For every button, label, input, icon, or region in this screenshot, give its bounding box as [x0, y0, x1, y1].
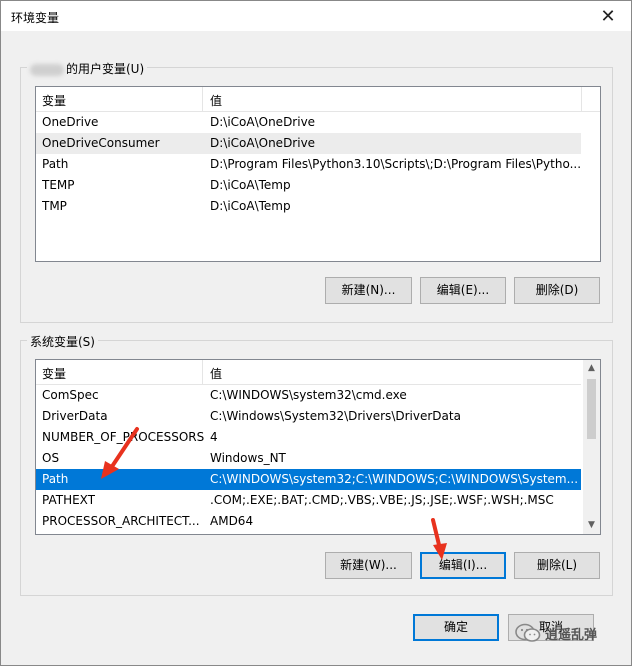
var-value: D:\iCoA\OneDrive [210, 115, 316, 129]
var-name: TMP [42, 199, 67, 213]
var-value: C:\Windows\System32\Drivers\DriverData [210, 409, 461, 423]
user-delete-button[interactable]: 删除(D) [514, 277, 600, 304]
user-var-row-temp[interactable]: TEMP D:\iCoA\Temp [36, 175, 581, 196]
scroll-up-button[interactable]: ▲ [583, 360, 600, 377]
var-value: C:\WINDOWS\system32;C:\WINDOWS;C:\WINDOW… [210, 472, 579, 486]
system-var-row-driverdata[interactable]: DriverData C:\Windows\System32\Drivers\D… [36, 406, 581, 427]
user-var-row-tmp[interactable]: TMP D:\iCoA\Temp [36, 196, 581, 217]
ok-button[interactable]: 确定 [413, 614, 499, 641]
var-name: PROCESSOR_ARCHITECT... [42, 514, 200, 528]
scroll-thumb[interactable] [587, 379, 596, 439]
var-value: D:\iCoA\Temp [210, 199, 291, 213]
var-value: .COM;.EXE;.BAT;.CMD;.VBS;.VBE;.JS;.JSE;.… [210, 493, 554, 507]
var-name: ComSpec [42, 388, 99, 402]
var-name: OneDriveConsumer [42, 136, 160, 150]
var-name: Path [42, 157, 69, 171]
var-value: Windows_NT [210, 451, 286, 465]
user-vars-group: 的用户变量(U) 变量 值 OneDrive D:\iCoA\OneDrive … [20, 60, 613, 323]
var-value: D:\iCoA\OneDrive [210, 136, 316, 150]
var-value: AMD64 [210, 514, 254, 528]
watermark-text: 逍遥乱弹 [545, 628, 598, 643]
var-value: D:\Program Files\Python3.10\Scripts\;D:\… [210, 157, 582, 171]
user-var-row-path[interactable]: Path D:\Program Files\Python3.10\Scripts… [36, 154, 581, 175]
user-new-button[interactable]: 新建(N)... [325, 277, 412, 304]
user-var-row-onedrive[interactable]: OneDrive D:\iCoA\OneDrive [36, 112, 581, 133]
column-header-value[interactable]: 值 [210, 365, 222, 382]
var-name: OS [42, 451, 60, 465]
column-separator[interactable] [202, 87, 203, 111]
var-name: TEMP [42, 178, 75, 192]
system-delete-button[interactable]: 删除(L) [514, 552, 600, 579]
user-vars-header: 变量 值 [36, 87, 600, 112]
var-name: DriverData [42, 409, 108, 423]
annotation-arrow-path [101, 427, 139, 479]
wechat-icon [515, 623, 541, 642]
user-vars-list[interactable]: 变量 值 OneDrive D:\iCoA\OneDrive OneDriveC… [35, 86, 601, 262]
close-icon: ✕ [600, 5, 616, 27]
system-vars-legend: 系统变量(S) [27, 333, 98, 350]
column-header-variable[interactable]: 变量 [42, 365, 66, 382]
system-vars-header: 变量 值 [36, 360, 581, 385]
var-name: Path [42, 472, 69, 486]
system-var-row-pathext[interactable]: PATHEXT .COM;.EXE;.BAT;.CMD;.VBS;.VBE;.J… [36, 490, 581, 511]
close-button[interactable]: ✕ [585, 1, 631, 31]
env-vars-dialog: 环境变量 ✕ 的用户变量(U) 变量 值 OneDrive D:\iCoA\On… [0, 0, 632, 666]
chevron-down-icon: ▼ [588, 520, 595, 530]
annotation-arrow-edit [431, 518, 447, 560]
system-var-row-comspec[interactable]: ComSpec C:\WINDOWS\system32\cmd.exe [36, 385, 581, 406]
system-var-row-processor-architecture[interactable]: PROCESSOR_ARCHITECT... AMD64 [36, 511, 581, 532]
column-header-value[interactable]: 值 [210, 92, 222, 109]
system-new-button[interactable]: 新建(W)... [325, 552, 412, 579]
var-value: D:\iCoA\Temp [210, 178, 291, 192]
var-name: OneDrive [42, 115, 99, 129]
column-header-variable[interactable]: 变量 [42, 92, 66, 109]
user-var-row-onedriveconsumer[interactable]: OneDriveConsumer D:\iCoA\OneDrive [36, 133, 581, 154]
column-separator[interactable] [581, 87, 582, 111]
var-name: PATHEXT [42, 493, 96, 507]
title-bar: 环境变量 ✕ [1, 1, 631, 31]
user-edit-button[interactable]: 编辑(E)... [420, 277, 506, 304]
window-title: 环境变量 [11, 11, 60, 25]
var-value: C:\WINDOWS\system32\cmd.exe [210, 388, 407, 402]
scroll-down-button[interactable]: ▼ [583, 517, 600, 534]
username-redacted [30, 63, 64, 76]
system-vars-scrollbar[interactable]: ▲ ▼ [583, 360, 600, 534]
chevron-up-icon: ▲ [588, 363, 595, 373]
column-separator[interactable] [202, 360, 203, 384]
user-vars-legend: 的用户变量(U) [66, 62, 145, 76]
var-value: 4 [210, 430, 218, 444]
